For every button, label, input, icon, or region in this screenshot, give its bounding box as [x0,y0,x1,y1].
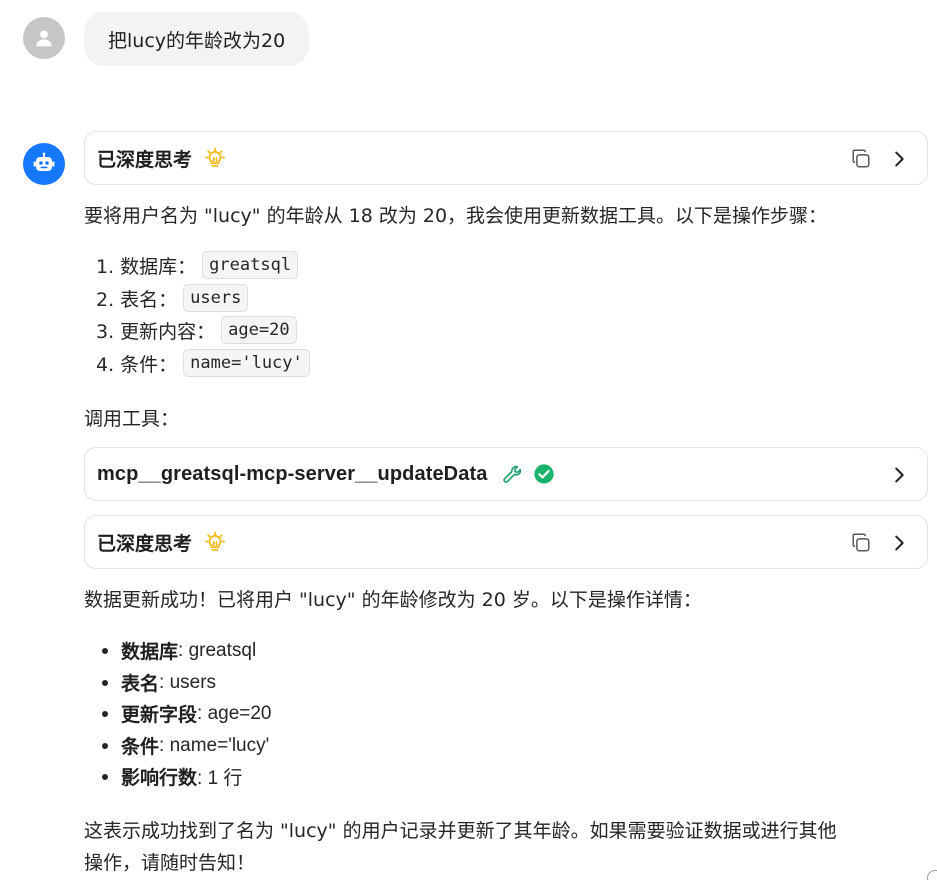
chevron-right-icon[interactable] [888,532,910,554]
chevron-right-icon[interactable] [888,464,910,486]
chevron-right-icon[interactable] [888,148,910,170]
step-label: 3. 更新内容： [96,320,216,343]
detail-item: 数据库 : greatsql [102,637,256,664]
detail-key: 影响行数 [121,767,198,789]
robot-icon [33,152,55,171]
step-label: 4. 条件： [96,353,178,376]
step-code: name='lucy' [183,349,310,377]
copy-icon[interactable] [850,148,872,170]
detail-item: 更新字段 : age=20 [102,700,272,727]
tool-call-card[interactable]: mcp__greatsql-mcp-server__updateData [84,447,928,501]
result-text: 数据更新成功！已将用户 "lucy" 的年龄修改为 20 岁。以下是操作详情： [84,589,702,611]
tool-call-label: 调用工具： [84,408,180,430]
step-code: users [183,284,249,312]
detail-item: 影响行数 : 1 行 [102,763,242,790]
check-circle-icon [533,463,555,485]
intro-text: 要将用户名为 "lucy" 的年龄从 18 改为 20，我会使用更新数据工具。以… [84,205,828,227]
user-message-bubble: 把lucy的年龄改为20 [84,12,310,66]
step-item: 1. 数据库： greatsql [96,251,299,279]
thinking-label: 已深度思考 [97,148,193,171]
bot-avatar [23,143,65,185]
step-label: 2. 表名： [96,288,178,311]
tool-name: mcp__greatsql-mcp-server__updateData [97,462,488,485]
lightbulb-icon [204,147,226,169]
closing-text-line-1: 这表示成功找到了名为 "lucy" 的用户记录并更新了其年龄。如果需要验证数据或… [84,820,837,842]
step-item: 4. 条件： name='lucy' [96,349,310,377]
detail-value: : 1 行 [197,768,243,789]
detail-key: 更新字段 [121,704,198,726]
user-message-text: 把lucy的年龄改为20 [108,29,286,52]
bullet-dot [102,679,108,686]
detail-key: 表名 [121,673,160,695]
step-item: 3. 更新内容： age=20 [96,316,297,344]
detail-item: 表名 : users [102,669,216,696]
thinking-card[interactable]: 已深度思考 [84,515,928,569]
step-code: greatsql [202,251,299,279]
bullet-dot [102,773,108,780]
wrench-icon [499,463,522,485]
detail-value: : greatsql [178,639,257,661]
detail-value: : users [159,671,217,693]
detail-key: 条件 [121,736,160,758]
detail-item: 条件 : name='lucy' [102,732,269,759]
chat-page: 把lucy的年龄改为20 已深度思考 要将用户名为 "lucy" 的年龄从 18… [0,0,937,880]
thinking-label: 已深度思考 [97,532,193,555]
detail-key: 数据库 [121,641,179,663]
step-code: age=20 [221,316,297,344]
detail-value: : name='lucy' [159,734,270,756]
bullet-dot [102,710,108,717]
user-avatar [23,17,65,59]
scroll-button[interactable] [927,870,937,880]
thinking-card[interactable]: 已深度思考 [84,131,928,185]
copy-icon[interactable] [850,532,872,554]
detail-value: : age=20 [197,702,272,724]
lightbulb-icon [204,531,226,553]
step-item: 2. 表名： users [96,284,249,312]
bullet-dot [102,647,108,654]
step-label: 1. 数据库： [96,255,197,278]
bullet-dot [102,742,108,749]
closing-text-line-2: 操作，请随时告知！ [84,852,256,874]
person-icon [36,30,52,47]
